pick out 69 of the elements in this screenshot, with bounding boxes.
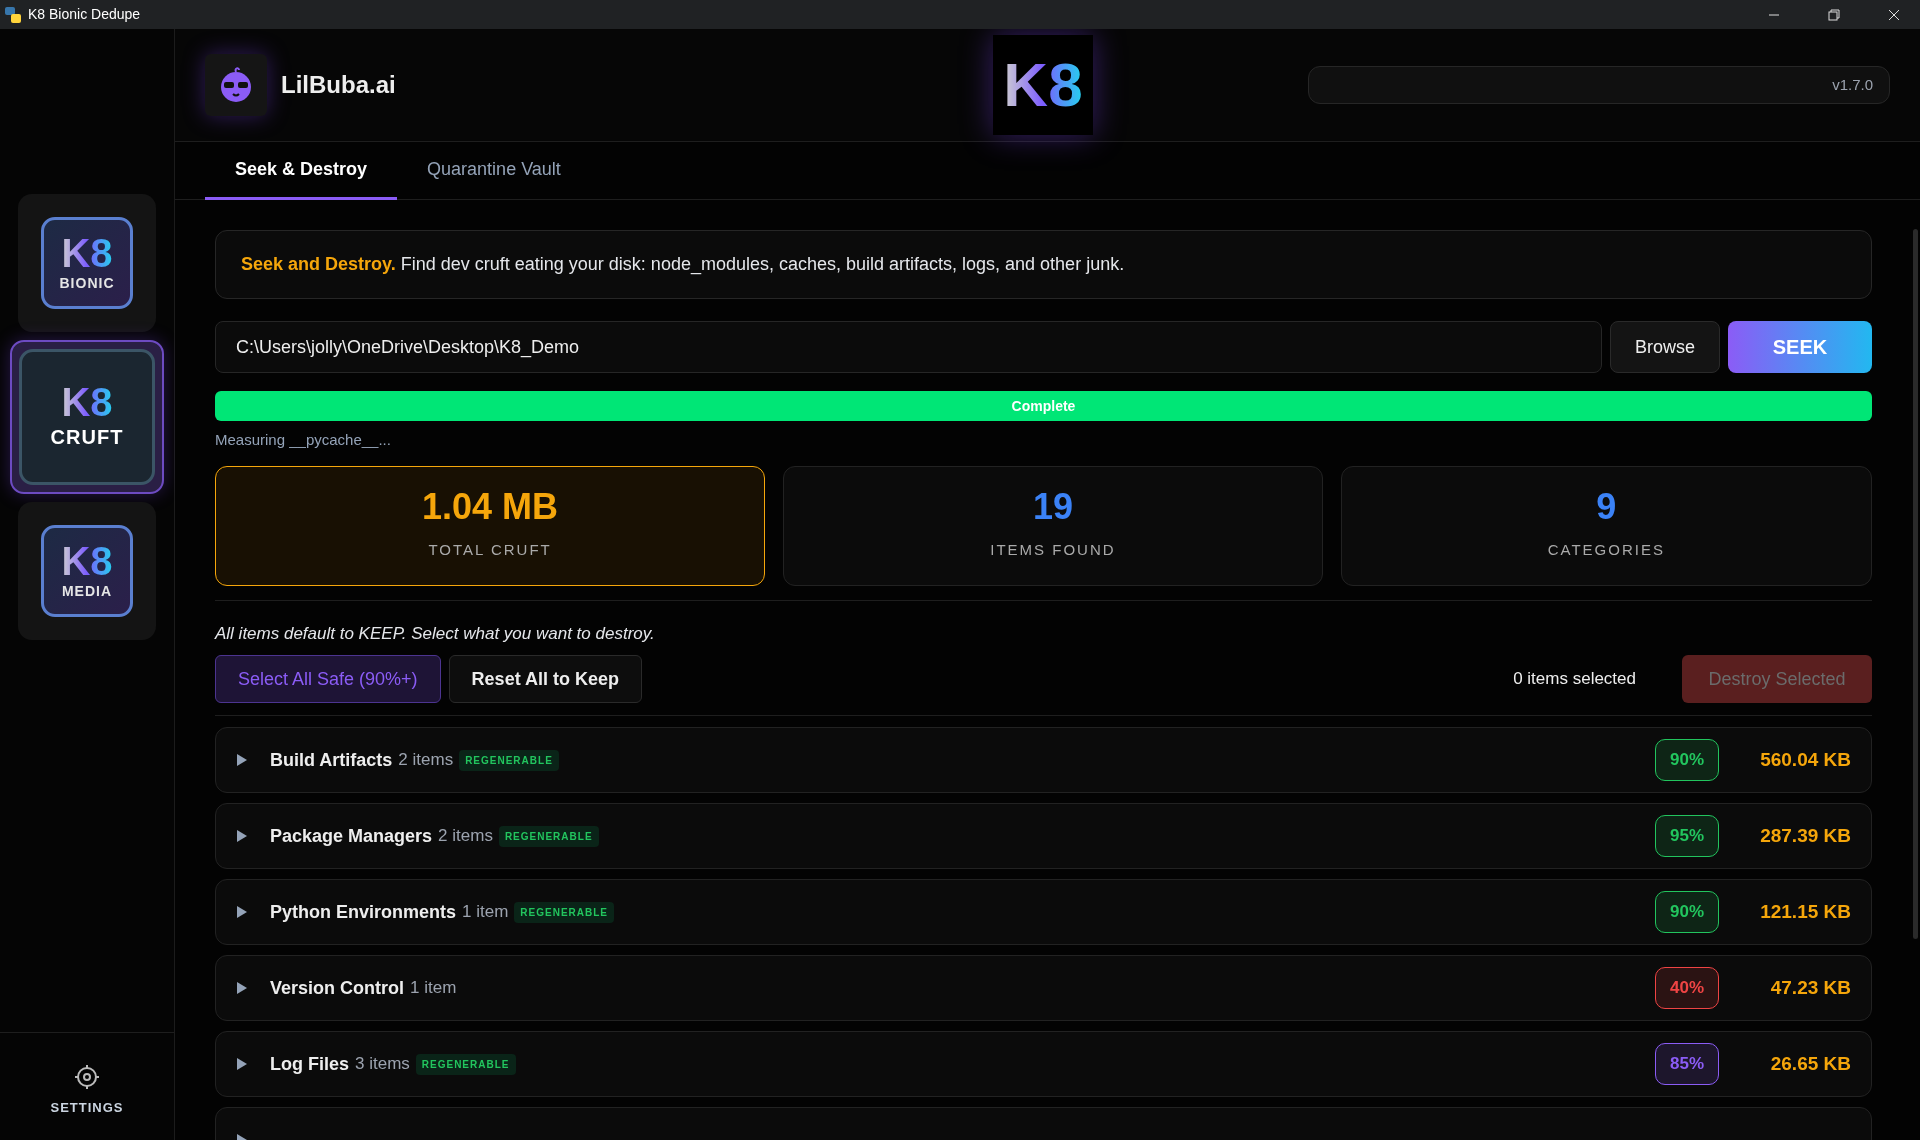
caret-right-icon[interactable] xyxy=(236,829,248,843)
stat-value: 1.04 MB xyxy=(422,489,559,526)
confidence-badge: 95% xyxy=(1655,815,1719,857)
category-size: 121.15 KB xyxy=(1759,899,1851,924)
stat-label: ITEMS FOUND xyxy=(990,540,1116,561)
app-tile[interactable]: K8 CRUFT xyxy=(10,340,164,494)
item-count: 3 items xyxy=(355,1053,410,1076)
stat-value: 9 xyxy=(1596,489,1617,526)
app-tile[interactable]: K8 MEDIA xyxy=(18,502,156,640)
app-logo: K8 MEDIA xyxy=(41,525,133,617)
settings-button[interactable]: SETTINGS xyxy=(44,1062,130,1118)
app-logo: K8 CRUFT xyxy=(19,349,155,485)
scrollbar[interactable] xyxy=(1913,229,1918,939)
category-name: Log Files xyxy=(270,1052,349,1076)
category-name: Package Managers xyxy=(270,824,433,848)
item-count: 1 item xyxy=(462,901,509,924)
path-field[interactable]: C:\Users\jolly\OneDrive\Desktop\K8_Demo xyxy=(215,321,1602,373)
selection-count: 0 items selected xyxy=(1513,668,1636,691)
version-field: v1.7.0 xyxy=(1308,66,1890,104)
intro-text: Seek and Destroy. Find dev cruft eating your disk: node_modules, caches, build artifacts, logs, and other junk. xyxy=(215,230,1872,299)
caret-right-icon[interactable] xyxy=(236,905,248,919)
restore-icon[interactable] xyxy=(1828,8,1840,21)
confidence-badge: 90% xyxy=(1655,739,1719,781)
browse-button[interactable]: Browse xyxy=(1610,321,1720,373)
settings-icon xyxy=(74,1063,100,1090)
category-row[interactable]: Package Managers 2 items REGENERABLE 95% 287.39 KB xyxy=(215,803,1872,869)
category-row[interactable]: Python Environments 1 item REGENERABLE 90% 121.15 KB xyxy=(215,879,1872,945)
item-count: 2 items xyxy=(398,749,454,772)
brand-logo xyxy=(205,54,267,116)
caret-right-icon[interactable] xyxy=(236,1057,248,1071)
caret-right-icon[interactable] xyxy=(236,981,248,995)
category-size: 26.65 KB xyxy=(1769,1051,1851,1076)
progress-fill: Complete xyxy=(215,391,1872,421)
tab[interactable]: Quarantine Vault xyxy=(397,142,591,200)
app-logo: K8 BIONIC xyxy=(41,217,133,309)
tab[interactable]: Seek & Destroy xyxy=(205,142,398,200)
regenerable-tag: REGENERABLE xyxy=(514,901,614,923)
destroy-button: Destroy Selected xyxy=(1682,655,1872,703)
k8-logo: K8 xyxy=(993,35,1093,135)
hint-text: All items default to KEEP. Select what you want to destroy. xyxy=(215,622,656,645)
app-tile[interactable]: K8 BIONIC xyxy=(18,194,156,332)
python-icon xyxy=(4,5,22,24)
confidence-badge: 90% xyxy=(1655,891,1719,933)
window-title: K8 Bionic Dedupe xyxy=(28,5,142,24)
brand-name: LilBuba.ai xyxy=(281,70,396,100)
stat-label: CATEGORIES xyxy=(1547,540,1665,561)
reset-button[interactable]: Reset All to Keep xyxy=(448,655,642,703)
stat-label: TOTAL CRUFT xyxy=(428,540,552,561)
item-count: 1 item xyxy=(410,977,457,1000)
category-row[interactable]: Build Artifacts 2 items REGENERABLE 90% 560.04 KB xyxy=(215,727,1872,793)
category-name: Python Environments xyxy=(270,900,457,924)
confidence-badge: 40% xyxy=(1655,967,1719,1009)
item-count: 2 items xyxy=(438,825,493,848)
category-row[interactable]: Log Files 3 items REGENERABLE 85% 26.65 KB xyxy=(215,1031,1872,1097)
category-size: 47.23 KB xyxy=(1769,975,1851,1000)
stat-value: 19 xyxy=(1032,489,1073,526)
regenerable-tag: REGENERABLE xyxy=(459,749,559,771)
close-icon[interactable] xyxy=(1888,8,1900,21)
category-size: 287.39 KB xyxy=(1759,823,1851,848)
regenerable-tag: REGENERABLE xyxy=(498,825,599,847)
regenerable-tag: REGENERABLE xyxy=(415,1053,516,1075)
caret-right-icon[interactable] xyxy=(236,753,248,767)
category-name: Version Control xyxy=(270,976,404,1000)
confidence-badge: 85% xyxy=(1655,1043,1719,1085)
status-text: Measuring __pycache__... xyxy=(215,430,392,450)
category-row[interactable]: Version Control 1 item 40% 47.23 KB xyxy=(215,955,1872,1021)
category-name: Build Artifacts xyxy=(270,748,393,772)
category-size: 560.04 KB xyxy=(1759,747,1851,772)
select-safe-button[interactable]: Select All Safe (90%+) xyxy=(215,655,441,703)
